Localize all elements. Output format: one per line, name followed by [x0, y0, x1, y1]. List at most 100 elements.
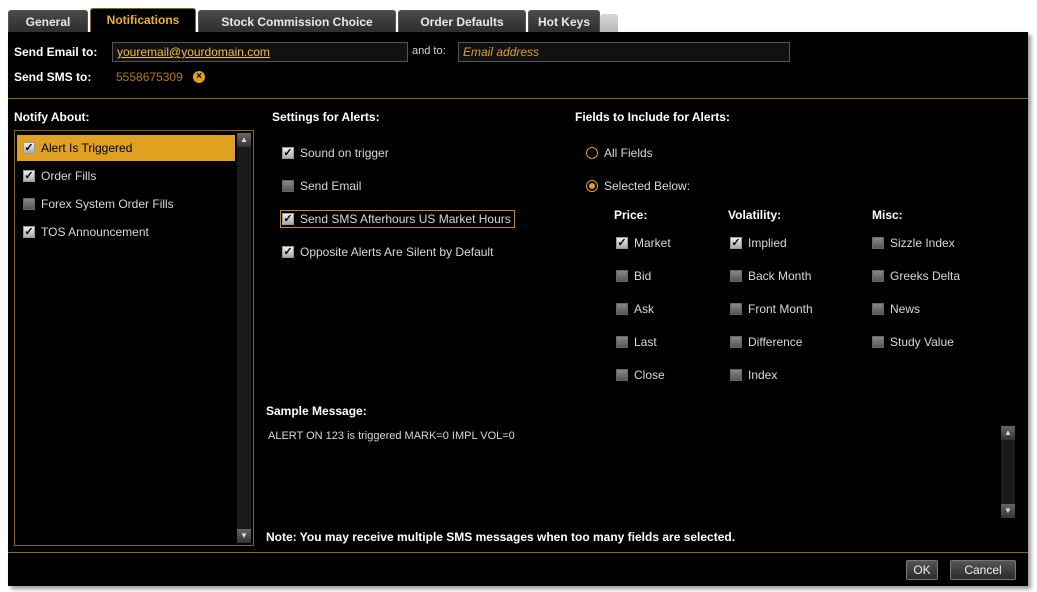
tab-bar: General Notifications Stock Commission C… [8, 8, 1028, 32]
vol-difference-checkbox[interactable]: Difference [730, 335, 802, 349]
list-item-tos-announcement[interactable]: ✓ TOS Announcement [17, 219, 235, 245]
vol-front-month-checkbox[interactable]: Front Month [730, 302, 813, 316]
checkbox-unchecked-icon[interactable] [616, 336, 628, 348]
notify-about-list: ✓ Alert Is Triggered ✓ Order Fills Forex… [14, 130, 254, 546]
checkbox-unchecked-icon[interactable] [616, 270, 628, 282]
list-item-label: Alert Is Triggered [41, 141, 133, 155]
selected-below-radio[interactable]: Selected Below: [586, 179, 690, 193]
send-sms-label: Send SMS to: [14, 70, 92, 84]
tab-stock-commission-choice[interactable]: Stock Commission Choice [198, 10, 396, 32]
vol-back-month-checkbox[interactable]: Back Month [730, 269, 811, 283]
checkbox-unchecked-icon[interactable] [616, 303, 628, 315]
option-label: Sound on trigger [300, 146, 389, 160]
option-label: Implied [748, 236, 787, 250]
checkbox-unchecked-icon[interactable] [730, 303, 742, 315]
check-icon[interactable]: ✓ [282, 147, 294, 159]
sms-note: Note: You may receive multiple SMS messa… [266, 530, 736, 544]
radio-icon[interactable] [586, 147, 598, 159]
tab-notifications[interactable]: Notifications [90, 8, 196, 32]
sample-message-text: ALERT ON 123 is triggered MARK=0 IMPL VO… [268, 430, 515, 442]
checkbox-unchecked-icon[interactable] [872, 237, 884, 249]
check-icon[interactable]: ✓ [730, 237, 742, 249]
check-icon[interactable]: ✓ [282, 213, 294, 225]
send-email-input[interactable]: youremail@yourdomain.com [112, 42, 408, 62]
fields-heading: Fields to Include for Alerts: [575, 110, 730, 124]
check-icon[interactable]: ✓ [23, 226, 35, 238]
additional-email-input[interactable]: Email address [458, 42, 790, 62]
tab-general[interactable]: General [8, 10, 88, 32]
sound-on-trigger-checkbox[interactable]: ✓ Sound on trigger [282, 146, 389, 160]
ok-button[interactable]: OK [906, 560, 938, 580]
list-item-alert-triggered[interactable]: ✓ Alert Is Triggered [17, 135, 235, 161]
misc-heading: Misc: [872, 208, 903, 222]
notifications-panel: Send Email to: youremail@yourdomain.com … [8, 32, 1028, 586]
message-scrollbar[interactable]: ▲ ▼ [1001, 426, 1015, 518]
price-bid-checkbox[interactable]: Bid [616, 269, 651, 283]
radio-selected-icon[interactable] [586, 180, 598, 192]
tab-overflow-stub [600, 14, 618, 32]
misc-sizzle-index-checkbox[interactable]: Sizzle Index [872, 236, 955, 250]
tab-order-defaults[interactable]: Order Defaults [398, 10, 526, 32]
option-label: Market [634, 236, 671, 250]
misc-study-value-checkbox[interactable]: Study Value [872, 335, 954, 349]
list-item-label: Order Fills [41, 169, 97, 183]
arrow-down-icon[interactable]: ▼ [1001, 504, 1015, 518]
checkbox-unchecked-icon[interactable] [730, 336, 742, 348]
divider [8, 552, 1028, 553]
option-label: Difference [748, 335, 803, 349]
send-email-checkbox[interactable]: Send Email [282, 179, 361, 193]
price-ask-checkbox[interactable]: Ask [616, 302, 654, 316]
misc-news-checkbox[interactable]: News [872, 302, 920, 316]
vol-index-checkbox[interactable]: Index [730, 368, 777, 382]
price-market-checkbox[interactable]: ✓ Market [616, 236, 671, 250]
settings-heading: Settings for Alerts: [272, 110, 380, 124]
check-icon[interactable]: ✓ [23, 170, 35, 182]
checkbox-unchecked-icon[interactable] [730, 369, 742, 381]
check-icon[interactable]: ✓ [282, 246, 294, 258]
price-close-checkbox[interactable]: Close [616, 368, 665, 382]
checkbox-unchecked-icon[interactable] [23, 198, 35, 210]
arrow-up-icon[interactable]: ▲ [1001, 426, 1015, 440]
option-label: All Fields [604, 146, 653, 160]
option-label: Send Email [300, 179, 362, 193]
all-fields-radio[interactable]: All Fields [586, 146, 653, 160]
option-label: Greeks Delta [890, 269, 961, 283]
list-item-forex-fills[interactable]: Forex System Order Fills [17, 191, 235, 217]
checkbox-unchecked-icon[interactable] [282, 180, 294, 192]
check-icon[interactable]: ✓ [616, 237, 628, 249]
and-to-label: and to: [412, 45, 446, 57]
option-label: Index [748, 368, 778, 382]
checkbox-unchecked-icon[interactable] [872, 336, 884, 348]
list-item-order-fills[interactable]: ✓ Order Fills [17, 163, 235, 189]
option-label: Opposite Alerts Are Silent by Default [300, 245, 494, 259]
checkbox-unchecked-icon[interactable] [872, 303, 884, 315]
option-label: Front Month [748, 302, 813, 316]
price-heading: Price: [614, 208, 648, 222]
option-label: Ask [634, 302, 655, 316]
option-label: Selected Below: [604, 179, 691, 193]
divider [8, 98, 1028, 99]
option-label: Last [634, 335, 657, 349]
option-label: Back Month [748, 269, 812, 283]
opposite-alerts-silent-checkbox[interactable]: ✓ Opposite Alerts Are Silent by Default [282, 245, 493, 259]
check-icon[interactable]: ✓ [23, 142, 35, 154]
checkbox-unchecked-icon[interactable] [872, 270, 884, 282]
sms-number-field[interactable]: 5558675309 [116, 70, 183, 84]
checkbox-unchecked-icon[interactable] [730, 270, 742, 282]
clear-x-icon[interactable]: × [193, 71, 205, 83]
vol-implied-checkbox[interactable]: ✓ Implied [730, 236, 787, 250]
checkbox-unchecked-icon[interactable] [616, 369, 628, 381]
volatility-heading: Volatility: [728, 208, 782, 222]
cancel-button[interactable]: Cancel [950, 560, 1016, 580]
arrow-down-icon[interactable]: ▼ [237, 529, 251, 543]
tab-hot-keys[interactable]: Hot Keys [528, 10, 600, 32]
sample-message-heading: Sample Message: [266, 404, 367, 418]
price-last-checkbox[interactable]: Last [616, 335, 657, 349]
option-label: Study Value [890, 335, 954, 349]
list-scrollbar[interactable]: ▲ ▼ [237, 133, 251, 543]
option-label: Sizzle Index [890, 236, 955, 250]
send-sms-afterhours-checkbox[interactable]: ✓ Send SMS Afterhours US Market Hours [280, 210, 515, 228]
misc-greeks-delta-checkbox[interactable]: Greeks Delta [872, 269, 960, 283]
arrow-up-icon[interactable]: ▲ [237, 133, 251, 147]
list-item-label: TOS Announcement [41, 225, 149, 239]
